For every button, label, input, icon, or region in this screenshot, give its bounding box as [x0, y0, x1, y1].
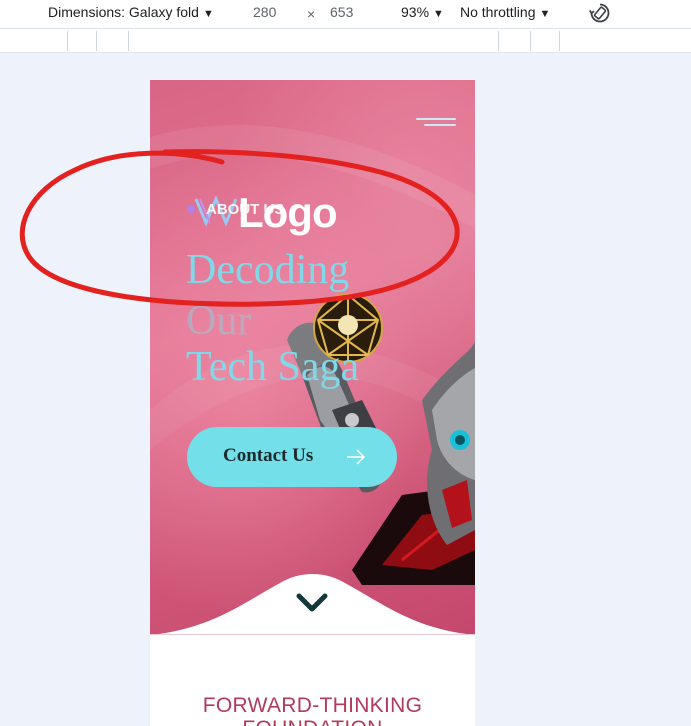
throttling-label: No throttling [460, 4, 536, 20]
height-input[interactable]: 653 [330, 4, 353, 20]
section-title: FORWARD-THINKING FOUNDATION [150, 694, 475, 726]
section-divider [150, 634, 475, 635]
caret-down-icon: ▼ [539, 8, 551, 20]
caret-down-icon: ▼ [433, 8, 444, 20]
contact-us-label: Contact Us [223, 445, 314, 466]
caret-down-icon: ▼ [202, 8, 214, 20]
zoom-label: 93% [401, 4, 430, 20]
devtools-device-toolbar: Dimensions: Galaxy fold ▼ 280 × 653 93% ▼ … [0, 0, 691, 28]
throttling-dropdown[interactable]: No throttling ▼ [460, 4, 550, 20]
chevron-down-icon[interactable] [295, 590, 329, 614]
hamburger-menu-icon[interactable] [414, 116, 456, 130]
hero-section: Logo ABOUT US Decoding Our Tech Saga Con… [150, 80, 475, 635]
contact-us-button[interactable]: Contact Us [187, 427, 397, 487]
zoom-dropdown[interactable]: 93% ▼ [401, 4, 444, 20]
hero-headline-line-1: Decoding [186, 247, 350, 293]
hero-headline-line-3: Tech Saga [186, 344, 360, 390]
nav-about-us-overlap[interactable]: ABOUT US [206, 201, 284, 218]
section-title-line-1: FORWARD-THINKING [202, 694, 423, 717]
times-sign: × [307, 6, 316, 22]
device-viewport: Logo ABOUT US Decoding Our Tech Saga Con… [150, 80, 475, 726]
device-ruler [0, 28, 691, 53]
hero-headline-line-2: Our [186, 298, 252, 344]
width-input[interactable]: 280 [253, 4, 276, 20]
section-title-line-2: FOUNDATION [150, 717, 475, 726]
dimensions-dropdown[interactable]: Dimensions: Galaxy fold ▼ [48, 4, 214, 20]
arrow-right-icon [347, 449, 366, 465]
dimensions-label: Dimensions: Galaxy fold [48, 4, 199, 20]
rotate-icon[interactable] [588, 1, 612, 25]
